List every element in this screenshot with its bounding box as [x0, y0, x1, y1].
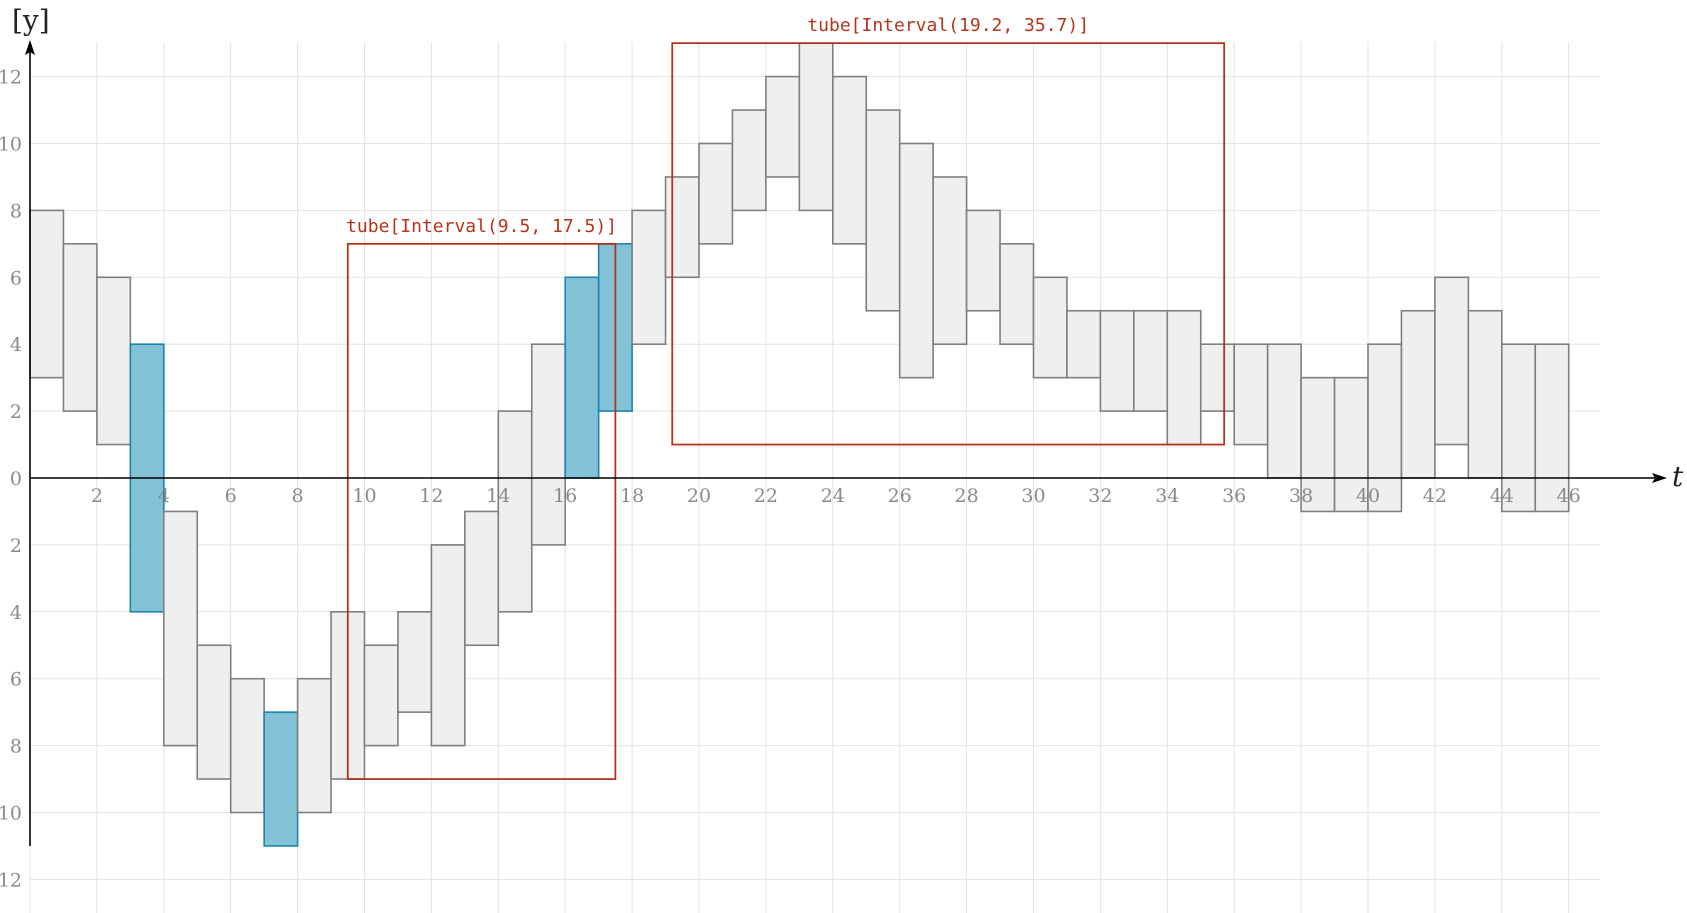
interval-box	[464, 510, 500, 647]
x-tick-label: 34	[1155, 485, 1179, 507]
x-tick-label: 18	[620, 485, 644, 507]
interval-box	[1032, 276, 1068, 379]
y-tick-label: 12	[0, 869, 22, 891]
x-tick-label: 38	[1289, 485, 1313, 507]
interval-box	[1066, 309, 1102, 379]
x-tick-label: 4	[158, 485, 170, 507]
interval-chart: tube[Interval(9.5, 17.5)] tube[Interval(1…	[0, 0, 1687, 913]
interval-box	[1166, 309, 1202, 446]
y-tick-label: 10	[0, 134, 22, 156]
y-axis-title: [y]	[12, 4, 50, 37]
interval-box	[1099, 309, 1135, 412]
interval-box	[29, 209, 65, 379]
y-tick-label: 4	[10, 602, 22, 624]
x-tick-label: 30	[1021, 485, 1045, 507]
highlighted-interval-box	[263, 711, 299, 847]
x-axis-title: t	[1672, 460, 1684, 493]
x-tick-label: 16	[553, 485, 577, 507]
x-tick-label: 42	[1423, 485, 1447, 507]
interval-box	[229, 677, 265, 814]
tube-label: tube[Interval(19.2, 35.7)]	[807, 15, 1089, 36]
interval-box	[62, 243, 98, 412]
x-tick-label: 40	[1356, 485, 1380, 507]
interval-box	[397, 610, 433, 713]
y-tick-label: 10	[0, 803, 22, 825]
interval-box	[1467, 309, 1503, 479]
x-tick-label: 28	[955, 485, 979, 507]
x-tick-label: 24	[821, 485, 845, 507]
interval-box	[999, 243, 1035, 346]
interval-box	[831, 75, 868, 245]
interval-box	[1133, 309, 1169, 412]
interval-box	[1233, 343, 1269, 446]
interval-box	[1199, 343, 1236, 412]
interval-box	[1266, 343, 1302, 479]
interval-box	[363, 644, 399, 747]
x-tick-label: 8	[292, 485, 304, 507]
interval-box	[932, 176, 968, 345]
interval-box	[898, 142, 934, 379]
interval-box	[664, 176, 700, 279]
interval-box	[1400, 309, 1436, 479]
chart-svg: tube[Interval(9.5, 17.5)] tube[Interval(1…	[0, 4, 1684, 913]
interval-box	[497, 410, 533, 613]
y-tick-label: 0	[10, 468, 22, 490]
interval-box	[96, 276, 132, 446]
y-tick-label: 4	[10, 334, 22, 356]
interval-box	[430, 544, 466, 747]
y-tick-label: 12	[0, 67, 22, 89]
interval-box	[798, 42, 834, 212]
y-tick-label: 2	[10, 401, 22, 423]
x-tick-label: 36	[1222, 485, 1246, 507]
interval-box	[698, 142, 734, 245]
x-tick-label: 32	[1088, 485, 1112, 507]
interval-box	[1434, 276, 1470, 446]
interval-box	[865, 109, 901, 312]
x-tick-label: 2	[91, 485, 103, 507]
y-tick-label: 6	[10, 267, 22, 289]
x-tick-label: 46	[1557, 485, 1581, 507]
x-tick-label: 26	[888, 485, 912, 507]
x-tick-label: 10	[352, 485, 376, 507]
interval-box	[631, 209, 667, 345]
y-tick-label: 2	[10, 535, 22, 557]
interval-box	[296, 677, 332, 814]
highlighted-interval-box	[564, 276, 600, 479]
y-tick-label: 8	[10, 200, 22, 222]
interval-box	[530, 343, 567, 546]
interval-box	[196, 644, 232, 780]
x-tick-label: 12	[419, 485, 443, 507]
x-tick-label: 6	[225, 485, 237, 507]
x-tick-label: 44	[1490, 485, 1514, 507]
interval-box	[765, 75, 801, 178]
x-tick-label: 22	[754, 485, 778, 507]
y-tick-label: 6	[10, 669, 22, 691]
interval-box	[731, 109, 767, 212]
x-tick-label: 14	[486, 485, 510, 507]
tube-label: tube[Interval(9.5, 17.5)]	[346, 216, 617, 237]
interval-box	[965, 209, 1001, 312]
x-tick-label: 20	[687, 485, 711, 507]
interval-box	[163, 510, 199, 747]
y-tick-label: 8	[10, 736, 22, 758]
